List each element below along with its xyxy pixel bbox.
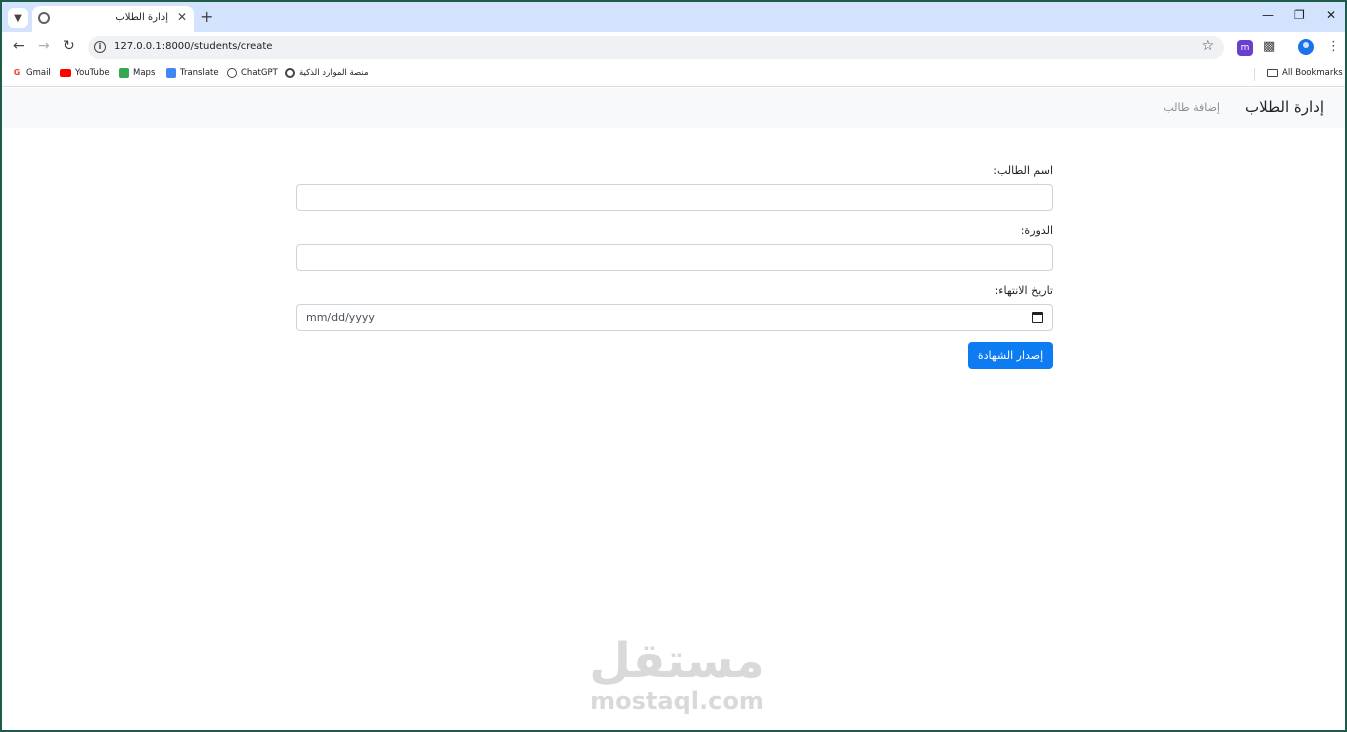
- tab-strip: ▼ إدارة الطلاب ✕ + — ❐ ✕: [2, 2, 1345, 32]
- bookmark-youtube[interactable]: YouTube: [60, 68, 110, 78]
- nav-link-add-student[interactable]: إضافة طالب: [1163, 101, 1220, 114]
- end-date-placeholder: mm/dd/yyyy: [306, 311, 375, 324]
- watermark-english: mostaql.com: [590, 687, 764, 715]
- reload-icon[interactable]: ↻: [63, 38, 75, 54]
- bookmark-maps[interactable]: Maps: [119, 68, 155, 78]
- student-name-label: اسم الطالب:: [993, 164, 1053, 177]
- calendar-icon[interactable]: [1032, 312, 1043, 323]
- bookmark-chatgpt[interactable]: ChatGPT: [227, 68, 278, 78]
- restore-icon[interactable]: ❐: [1294, 8, 1305, 22]
- navbar-brand[interactable]: إدارة الطلاب: [1245, 98, 1324, 116]
- student-name-input[interactable]: [296, 184, 1053, 211]
- folder-icon: [1267, 69, 1278, 77]
- chatgpt-icon: [227, 68, 237, 78]
- translate-icon: [166, 68, 176, 78]
- globe-icon: [285, 68, 295, 78]
- globe-icon: [38, 12, 50, 24]
- minimize-icon[interactable]: —: [1262, 8, 1274, 22]
- profile-avatar-icon[interactable]: [1298, 39, 1314, 55]
- extension-icon[interactable]: m: [1237, 40, 1253, 56]
- back-arrow-icon[interactable]: ←: [13, 38, 25, 54]
- close-icon[interactable]: ✕: [177, 10, 187, 24]
- bookmark-translate[interactable]: Translate: [166, 68, 219, 78]
- browser-window: ▼ إدارة الطلاب ✕ + — ❐ ✕ ← → ↻ i 127.0.0…: [0, 0, 1347, 732]
- gmail-icon: G: [13, 68, 21, 77]
- end-date-label: تاريخ الانتهاء:: [994, 284, 1053, 297]
- maps-icon: [119, 68, 129, 78]
- menu-kebab-icon[interactable]: ⋮: [1327, 39, 1340, 55]
- extensions-puzzle-icon[interactable]: ▩: [1263, 39, 1275, 55]
- all-bookmarks[interactable]: All Bookmarks: [1267, 68, 1343, 78]
- bookmark-smart-resources[interactable]: منصة الموارد الذكية: [285, 68, 369, 78]
- end-date-input[interactable]: mm/dd/yyyy: [296, 304, 1053, 331]
- forward-arrow-icon[interactable]: →: [38, 38, 50, 54]
- bookmark-gmail[interactable]: G Gmail: [12, 68, 51, 78]
- bookmark-star-icon[interactable]: ☆: [1201, 38, 1214, 54]
- issue-certificate-button[interactable]: إصدار الشهادة: [968, 342, 1053, 369]
- tab-active[interactable]: إدارة الطلاب ✕: [32, 6, 194, 32]
- course-input[interactable]: [296, 244, 1053, 271]
- watermark: مستقل mostaql.com: [572, 634, 782, 714]
- new-tab-plus-icon[interactable]: +: [200, 8, 213, 26]
- close-window-icon[interactable]: ✕: [1326, 8, 1336, 22]
- tab-search-chevron-icon[interactable]: ▼: [8, 8, 28, 28]
- app-navbar: إدارة الطلاب إضافة طالب: [2, 88, 1345, 128]
- bookmarks-separator: [1254, 68, 1255, 81]
- watermark-arabic: مستقل: [589, 633, 765, 689]
- youtube-icon: [60, 69, 71, 77]
- bookmarks-bar: G Gmail YouTube Maps Translate ChatGPT م…: [2, 62, 1345, 87]
- course-label: الدورة:: [1020, 224, 1053, 237]
- site-info-icon[interactable]: i: [94, 41, 106, 53]
- address-bar[interactable]: i 127.0.0.1:8000/students/create ☆: [88, 36, 1224, 59]
- tab-title: إدارة الطلاب: [115, 12, 168, 23]
- browser-toolbar: ← → ↻ i 127.0.0.1:8000/students/create ☆…: [2, 32, 1345, 62]
- url-text[interactable]: 127.0.0.1:8000/students/create: [114, 41, 272, 52]
